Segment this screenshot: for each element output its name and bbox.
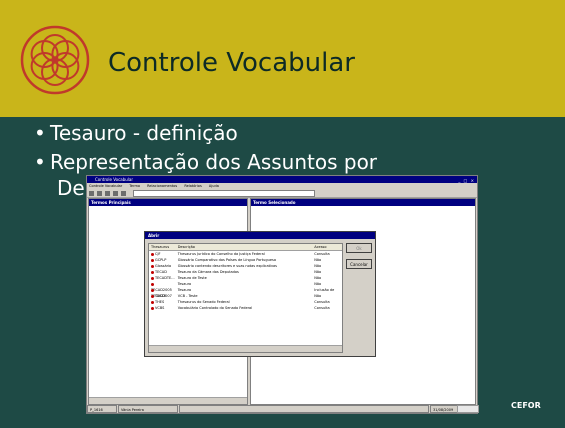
dialog-title: Abrir — [145, 232, 375, 239]
thesaurus-icon — [151, 276, 154, 280]
menu-item-ajuda[interactable]: Ajuda — [209, 184, 219, 188]
open-folder-icon[interactable] — [97, 190, 102, 196]
menu-item-controle[interactable]: Controle Vocabular — [89, 184, 122, 188]
menu-item-termo[interactable]: Termo — [129, 184, 140, 188]
thesaurus-icon — [151, 264, 154, 268]
new-file-icon[interactable] — [89, 190, 94, 196]
column-header-acesso[interactable]: Acesso — [312, 244, 342, 250]
find-icon[interactable] — [121, 190, 126, 196]
dialog-list-scrollbar[interactable] — [149, 345, 342, 352]
row-code-text: VCBS — [155, 306, 165, 310]
menu-item-relatorios[interactable]: Relatórios — [184, 184, 201, 188]
thesaurus-icon — [151, 282, 154, 286]
save-icon[interactable] — [105, 190, 110, 196]
menu-item-relacionamentos[interactable]: Relacionamentos — [147, 184, 177, 188]
thesaurus-icon — [151, 252, 154, 256]
row-code: VCBS — [149, 305, 176, 311]
row-access: Consulta — [314, 306, 330, 310]
column-header-thesaurus[interactable]: Thesaurus — [149, 244, 176, 250]
ok-button[interactable]: Ok — [346, 243, 372, 253]
thesaurus-icon — [151, 288, 154, 292]
window-controls[interactable]: _ □ × — [458, 177, 475, 184]
row-code-text: TECADTE... — [155, 276, 175, 280]
bullet-text: Representação dos Assuntos por — [50, 150, 378, 174]
row-code-text: THES — [155, 300, 165, 304]
table-row[interactable]: VCBS Vocabulário Controlado do Senado Fed… — [149, 305, 342, 311]
window-title: Controle Vocabular — [95, 177, 133, 182]
bullet-icon: • — [34, 121, 46, 145]
thesaurus-icon — [151, 294, 154, 298]
thesaurus-list[interactable]: Thesaurus Descrição Acesso CJF Thesaurus … — [148, 243, 343, 353]
slide-title: Controle Vocabular — [108, 48, 355, 78]
print-icon[interactable] — [113, 190, 118, 196]
left-pane-scrollbar[interactable] — [89, 397, 247, 404]
toolbar — [87, 189, 477, 198]
column-header-descricao[interactable]: Descrição — [176, 244, 313, 250]
row-code-text: CJF — [155, 252, 161, 256]
right-pane-header: Termo Selecionado — [251, 199, 475, 206]
status-user-id: P_1616 — [87, 405, 117, 413]
list-header: Thesaurus Descrição Acesso — [149, 244, 342, 251]
left-pane-header: Termos Principais — [89, 199, 247, 206]
cancel-button[interactable]: Cancelar — [346, 259, 372, 269]
status-user-name: Vânia Pereira — [118, 405, 178, 413]
thesaurus-icon — [151, 306, 154, 310]
status-bar: P_1616 Vânia Pereira 31/08/2009 — [87, 405, 477, 413]
window-title-bar: Controle Vocabular _ □ × — [87, 176, 477, 183]
row-code-text: TESTE — [155, 294, 166, 298]
bullet-icon: • — [34, 150, 46, 174]
bullet-item: • Tesauro - definição — [34, 121, 238, 145]
flower-of-life-logo-icon — [20, 25, 90, 95]
row-description: Vocabulário Controlado do Senado Federal — [177, 306, 253, 310]
open-dialog: Abrir Thesaurus Descrição Acesso CJF Thes… — [144, 231, 376, 357]
thesaurus-icon — [151, 270, 154, 274]
bullet-text: Tesauro - definição — [50, 121, 238, 145]
toolbar-search-input[interactable] — [133, 189, 315, 197]
cefor-logo: CEFOR — [511, 401, 541, 410]
list-rows: CJF Thesaurus Jurídico do Conselho da Jus… — [149, 251, 342, 311]
footer-institution-logo — [457, 405, 479, 413]
bullet-text-continuation: De — [57, 176, 85, 200]
row-code-text: Glossário — [155, 264, 172, 268]
row-code-text: GCPLP — [155, 258, 167, 262]
bullet-item: • Representação dos Assuntos por — [34, 150, 377, 174]
status-empty — [179, 405, 429, 413]
row-code-text: TECAD — [155, 270, 167, 274]
thesaurus-icon — [151, 258, 154, 262]
thesaurus-icon — [151, 300, 154, 304]
